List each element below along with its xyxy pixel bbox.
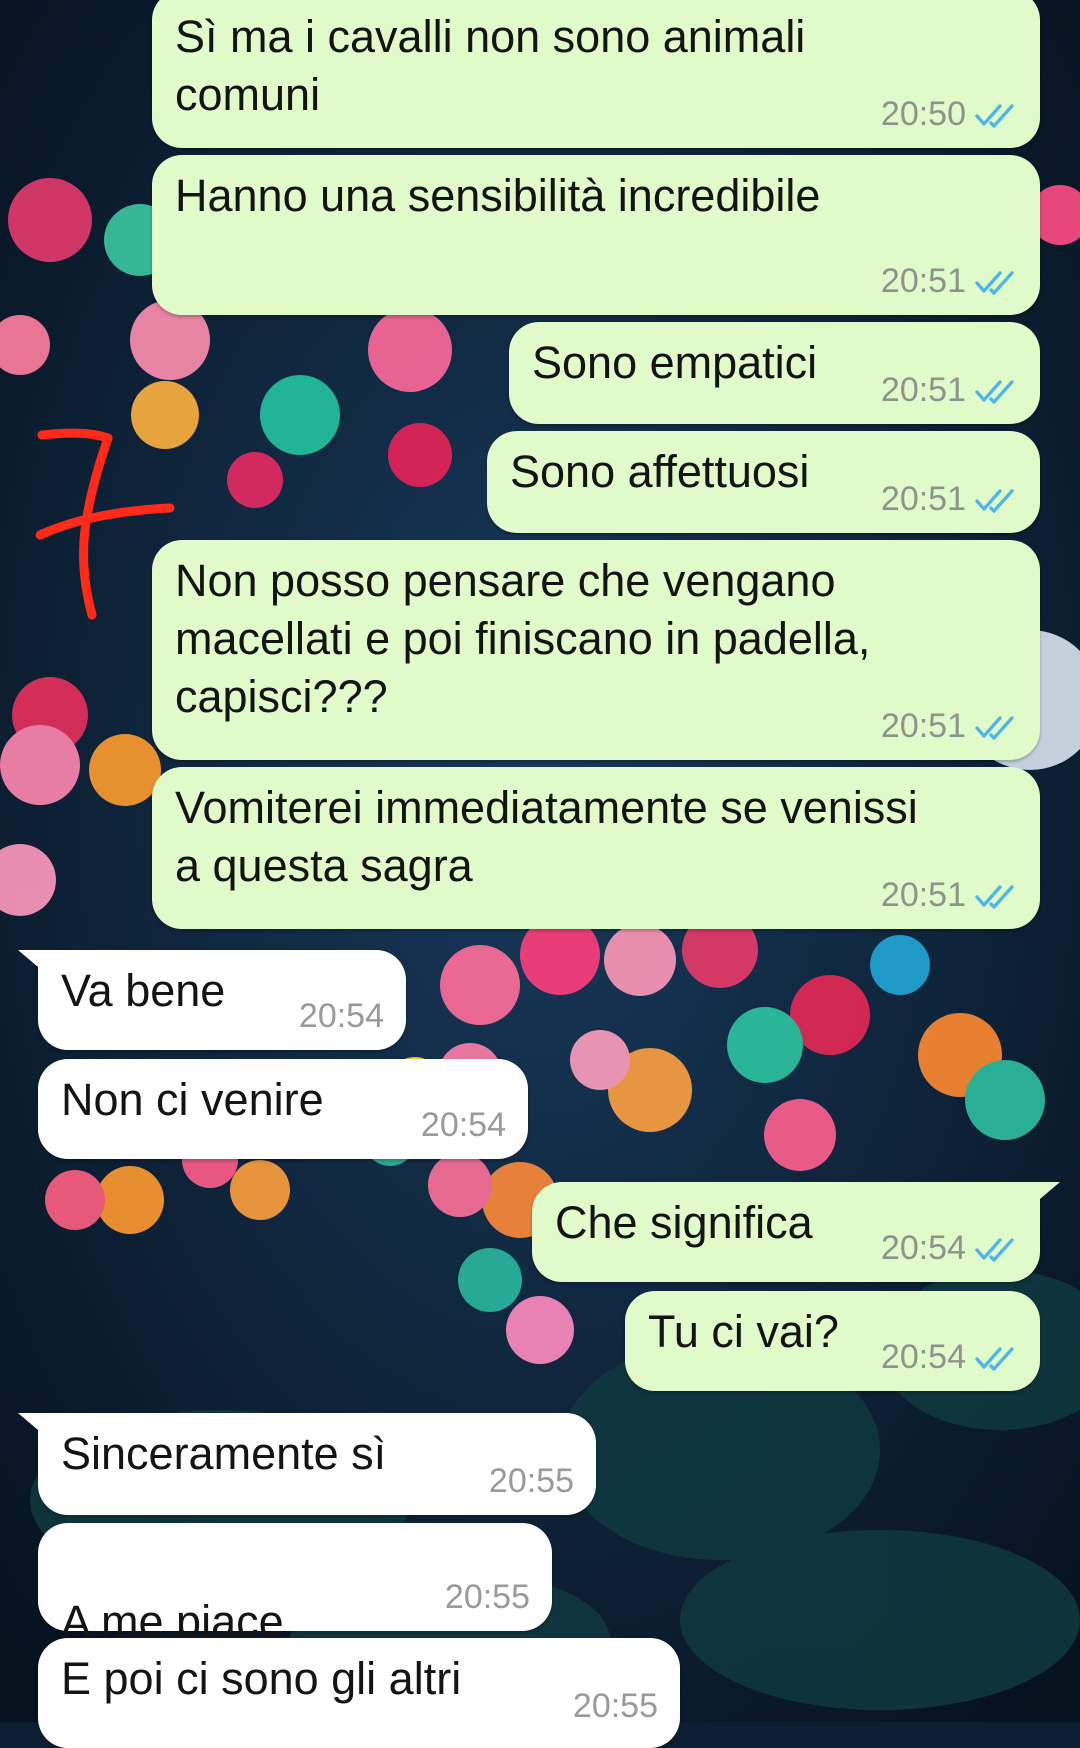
double-check-read-icon — [975, 715, 1014, 740]
message-outgoing[interactable]: Sì ma i cavalli non sono animali comuni … — [152, 0, 1040, 148]
message-text: Non posso pensare che vengano macellati … — [175, 555, 871, 722]
message-time: 20:54 — [420, 1106, 506, 1144]
double-check-read-icon — [975, 1346, 1014, 1371]
double-check-read-icon — [975, 884, 1014, 909]
message-text: Sì ma i cavalli non sono animali comuni — [175, 11, 806, 120]
message-outgoing[interactable]: Vomiterei immediatamente se venissi a qu… — [152, 767, 1040, 929]
message-outgoing[interactable]: Sono empatici 20:51 — [509, 322, 1040, 424]
message-time: 20:54 — [880, 1338, 966, 1376]
double-check-read-icon — [975, 379, 1014, 404]
message-meta: 20:55 — [445, 1578, 530, 1617]
message-time: 20:51 — [880, 480, 966, 518]
message-outgoing[interactable]: Sono affettuosi 20:51 — [487, 431, 1040, 533]
message-text: Sono affettuosi — [510, 446, 810, 497]
message-incoming[interactable]: Non ci venire 20:54 — [38, 1059, 528, 1159]
message-text: Tu ci vai? — [648, 1306, 839, 1357]
message-incoming[interactable]: E poi ci sono gli altri 20:55 — [38, 1638, 680, 1748]
double-check-read-icon — [975, 103, 1014, 128]
message-text: Che significa — [555, 1197, 813, 1248]
double-check-read-icon — [975, 270, 1014, 295]
message-outgoing[interactable]: Che significa 20:54 — [532, 1182, 1060, 1282]
double-check-read-icon — [975, 488, 1014, 513]
message-time: 20:50 — [880, 95, 966, 133]
bubble-tail-icon — [18, 1413, 58, 1447]
message-text: Sinceramente sì — [61, 1428, 387, 1479]
message-meta: 20:50 — [881, 95, 1018, 134]
message-meta: 20:54 — [881, 1338, 1018, 1377]
message-time: 20:55 — [444, 1578, 530, 1616]
message-meta: 20:54 — [421, 1106, 506, 1145]
message-time: 20:51 — [880, 876, 966, 914]
message-outgoing[interactable]: Tu ci vai? 20:54 — [625, 1291, 1040, 1391]
message-meta: 20:55 — [573, 1687, 658, 1726]
message-text: Vomiterei immediatamente se venissi a qu… — [175, 782, 918, 891]
message-outgoing[interactable]: Hanno una sensibilità incredibile 20:51 — [152, 155, 1040, 315]
message-meta: 20:51 — [881, 876, 1018, 915]
message-meta: 20:51 — [881, 262, 1018, 301]
message-meta: 20:54 — [881, 1229, 1018, 1268]
double-check-read-icon — [975, 1237, 1014, 1262]
message-time: 20:54 — [298, 997, 384, 1035]
bubble-tail-icon — [18, 950, 58, 984]
message-outgoing[interactable]: Non posso pensare che vengano macellati … — [152, 540, 1040, 760]
message-incoming[interactable]: Sinceramente sì 20:55 — [18, 1413, 596, 1515]
message-time: 20:55 — [488, 1462, 574, 1500]
message-time: 20:51 — [880, 371, 966, 409]
message-incoming[interactable]: A me piace 20:55 — [38, 1523, 552, 1710]
message-meta: 20:51 — [881, 371, 1018, 410]
message-time: 20:54 — [880, 1229, 966, 1267]
message-meta: 20:51 — [881, 707, 1018, 746]
message-time: 20:51 — [880, 262, 966, 300]
message-text: Sono empatici — [532, 337, 818, 388]
message-text: Non ci venire — [61, 1074, 324, 1125]
message-incoming[interactable]: Va bene 20:54 — [18, 950, 406, 1050]
message-meta: 20:55 — [489, 1462, 574, 1501]
message-text: Va bene — [61, 965, 226, 1016]
message-meta: 20:54 — [299, 997, 384, 1036]
message-time: 20:51 — [880, 707, 966, 745]
message-meta: 20:51 — [881, 480, 1018, 519]
message-text: Hanno una sensibilità incredibile — [175, 170, 821, 221]
bubble-tail-icon — [1020, 1182, 1060, 1216]
message-time: 20:55 — [572, 1687, 658, 1725]
message-text: E poi ci sono gli altri — [61, 1653, 462, 1704]
